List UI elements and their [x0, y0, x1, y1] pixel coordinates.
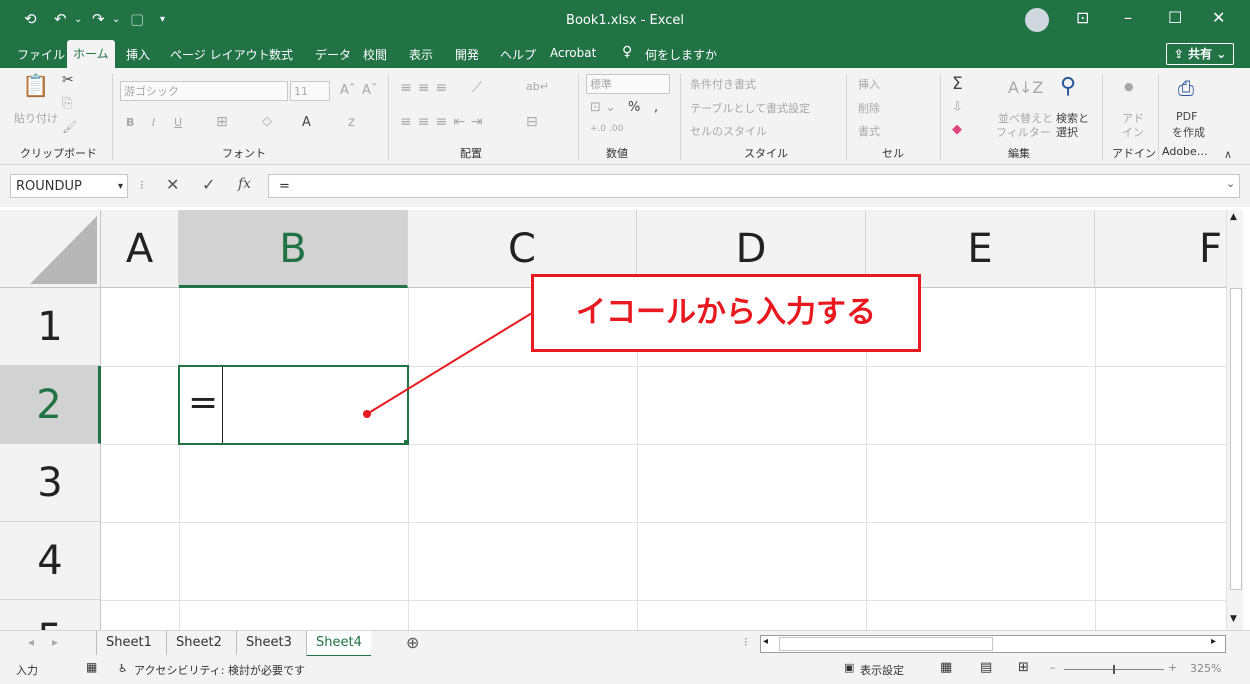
sheet-tab-bar: ◂ ▸ Sheet1 Sheet2 Sheet3 Sheet4 ⊕ ⁝ ◂ ▸ [0, 630, 1250, 657]
more-icon: ⁝ [744, 635, 748, 649]
page-break-view-icon[interactable]: ⊞ [1018, 660, 1029, 675]
scroll-right-icon[interactable]: ▸ [1211, 636, 1216, 647]
next-sheet-icon[interactable]: ▸ [52, 635, 58, 649]
scroll-left-icon[interactable]: ◂ [763, 636, 768, 647]
zoom-out-icon[interactable]: – [1050, 661, 1056, 674]
sheet-tab[interactable]: Sheet1 [96, 631, 161, 655]
add-sheet-icon[interactable]: ⊕ [406, 633, 419, 652]
scroll-thumb[interactable] [779, 637, 993, 651]
accessibility-icon: ♿ [118, 662, 128, 675]
normal-view-icon[interactable]: ▦ [940, 660, 952, 675]
macro-icon[interactable]: ▦ [86, 660, 97, 674]
prev-sheet-icon[interactable]: ◂ [28, 635, 34, 649]
sheet-tab[interactable]: Sheet3 [236, 631, 301, 655]
zoom-level[interactable]: 325% [1190, 662, 1221, 675]
sheet-tab-active[interactable]: Sheet4 [306, 631, 371, 657]
zoom-slider-thumb[interactable] [1113, 665, 1115, 674]
sheet-tab[interactable]: Sheet2 [166, 631, 231, 655]
mode-indicator: 入力 [16, 664, 38, 677]
horizontal-scrollbar[interactable]: ◂ ▸ [760, 635, 1226, 653]
page-layout-view-icon[interactable]: ▤ [980, 660, 992, 675]
zoom-in-icon[interactable]: + [1168, 661, 1177, 674]
display-settings-button[interactable]: 表示設定 [860, 662, 904, 678]
annotation-callout: イコールから入力する [531, 274, 921, 352]
status-bar: 入力 ▦ ♿ アクセシビリティ: 検討が必要です ▣ 表示設定 ▦ ▤ ⊞ – … [0, 656, 1250, 684]
accessibility-status[interactable]: アクセシビリティ: 検討が必要です [134, 662, 305, 678]
display-settings-icon: ▣ [844, 661, 855, 674]
